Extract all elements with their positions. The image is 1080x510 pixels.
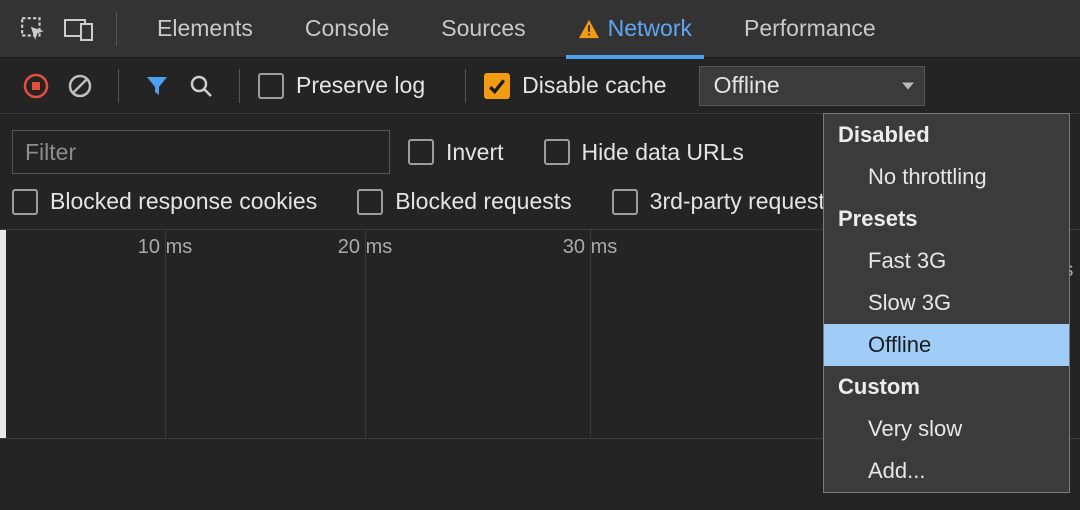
menu-group-header: Disabled [824,114,1069,156]
disable-cache-label: Disable cache [522,72,666,99]
search-icon[interactable] [181,66,221,106]
preserve-log-label: Preserve log [296,72,425,99]
preserve-log-option[interactable]: Preserve log [258,72,425,99]
checkbox-icon [544,139,570,165]
network-toolbar: Preserve log Disable cache Offline [0,58,1080,114]
menu-item[interactable]: Slow 3G [824,282,1069,324]
menu-item[interactable]: Very slow [824,408,1069,450]
filter-input[interactable] [12,130,390,174]
checkbox-icon [408,139,434,165]
checkbox-icon [12,189,38,215]
hide-data-urls-option[interactable]: Hide data URLs [544,139,744,166]
checkbox-icon [612,189,638,215]
timeline-gridline [165,230,166,438]
tab-sources[interactable]: Sources [415,0,551,58]
timeline-gridline [365,230,366,438]
filter-icon[interactable] [137,66,177,106]
checkbox-icon [258,73,284,99]
tab-performance[interactable]: Performance [718,0,902,58]
timeline-tick-label: 30 ms [563,236,617,259]
clear-button[interactable] [60,66,100,106]
timeline-tick-label: 20 ms [338,236,392,259]
chevron-down-icon [902,82,914,89]
timeline-gridline [590,230,591,438]
invert-label: Invert [446,139,504,166]
separator [239,69,240,103]
menu-group-header: Custom [824,366,1069,408]
throttling-dropdown[interactable]: Offline [699,66,925,106]
timeline-tick-label: 10 ms [138,236,192,259]
blocked-cookies-option[interactable]: Blocked response cookies [12,188,317,215]
separator [116,12,117,46]
warning-icon [578,19,600,39]
third-party-label: 3rd-party requests [650,188,837,215]
checkbox-icon [357,189,383,215]
record-button[interactable] [16,66,56,106]
invert-option[interactable]: Invert [408,139,504,166]
menu-item[interactable]: Fast 3G [824,240,1069,282]
separator [465,69,466,103]
menu-group-header: Presets [824,198,1069,240]
blocked-requests-label: Blocked requests [395,188,571,215]
hide-data-urls-label: Hide data URLs [582,139,744,166]
blocked-requests-option[interactable]: Blocked requests [357,188,571,215]
tab-console[interactable]: Console [279,0,415,58]
inspect-element-icon[interactable] [10,6,56,52]
throttling-menu: DisabledNo throttlingPresetsFast 3GSlow … [823,113,1070,493]
menu-item[interactable]: No throttling [824,156,1069,198]
disable-cache-option[interactable]: Disable cache [484,72,666,99]
tab-network[interactable]: Network [552,0,718,58]
tab-network-label: Network [608,15,692,42]
separator [118,69,119,103]
tab-elements[interactable]: Elements [131,0,279,58]
throttling-selected: Offline [714,72,780,99]
device-toolbar-icon[interactable] [56,6,102,52]
blocked-cookies-label: Blocked response cookies [50,188,317,215]
third-party-option[interactable]: 3rd-party requests [612,188,837,215]
menu-item[interactable]: Add... [824,450,1069,492]
checkbox-icon [484,73,510,99]
timeline-cursor[interactable] [0,230,6,438]
devtools-tabstrip: Elements Console Sources Network Perform… [0,0,1080,58]
menu-item[interactable]: Offline [824,324,1069,366]
